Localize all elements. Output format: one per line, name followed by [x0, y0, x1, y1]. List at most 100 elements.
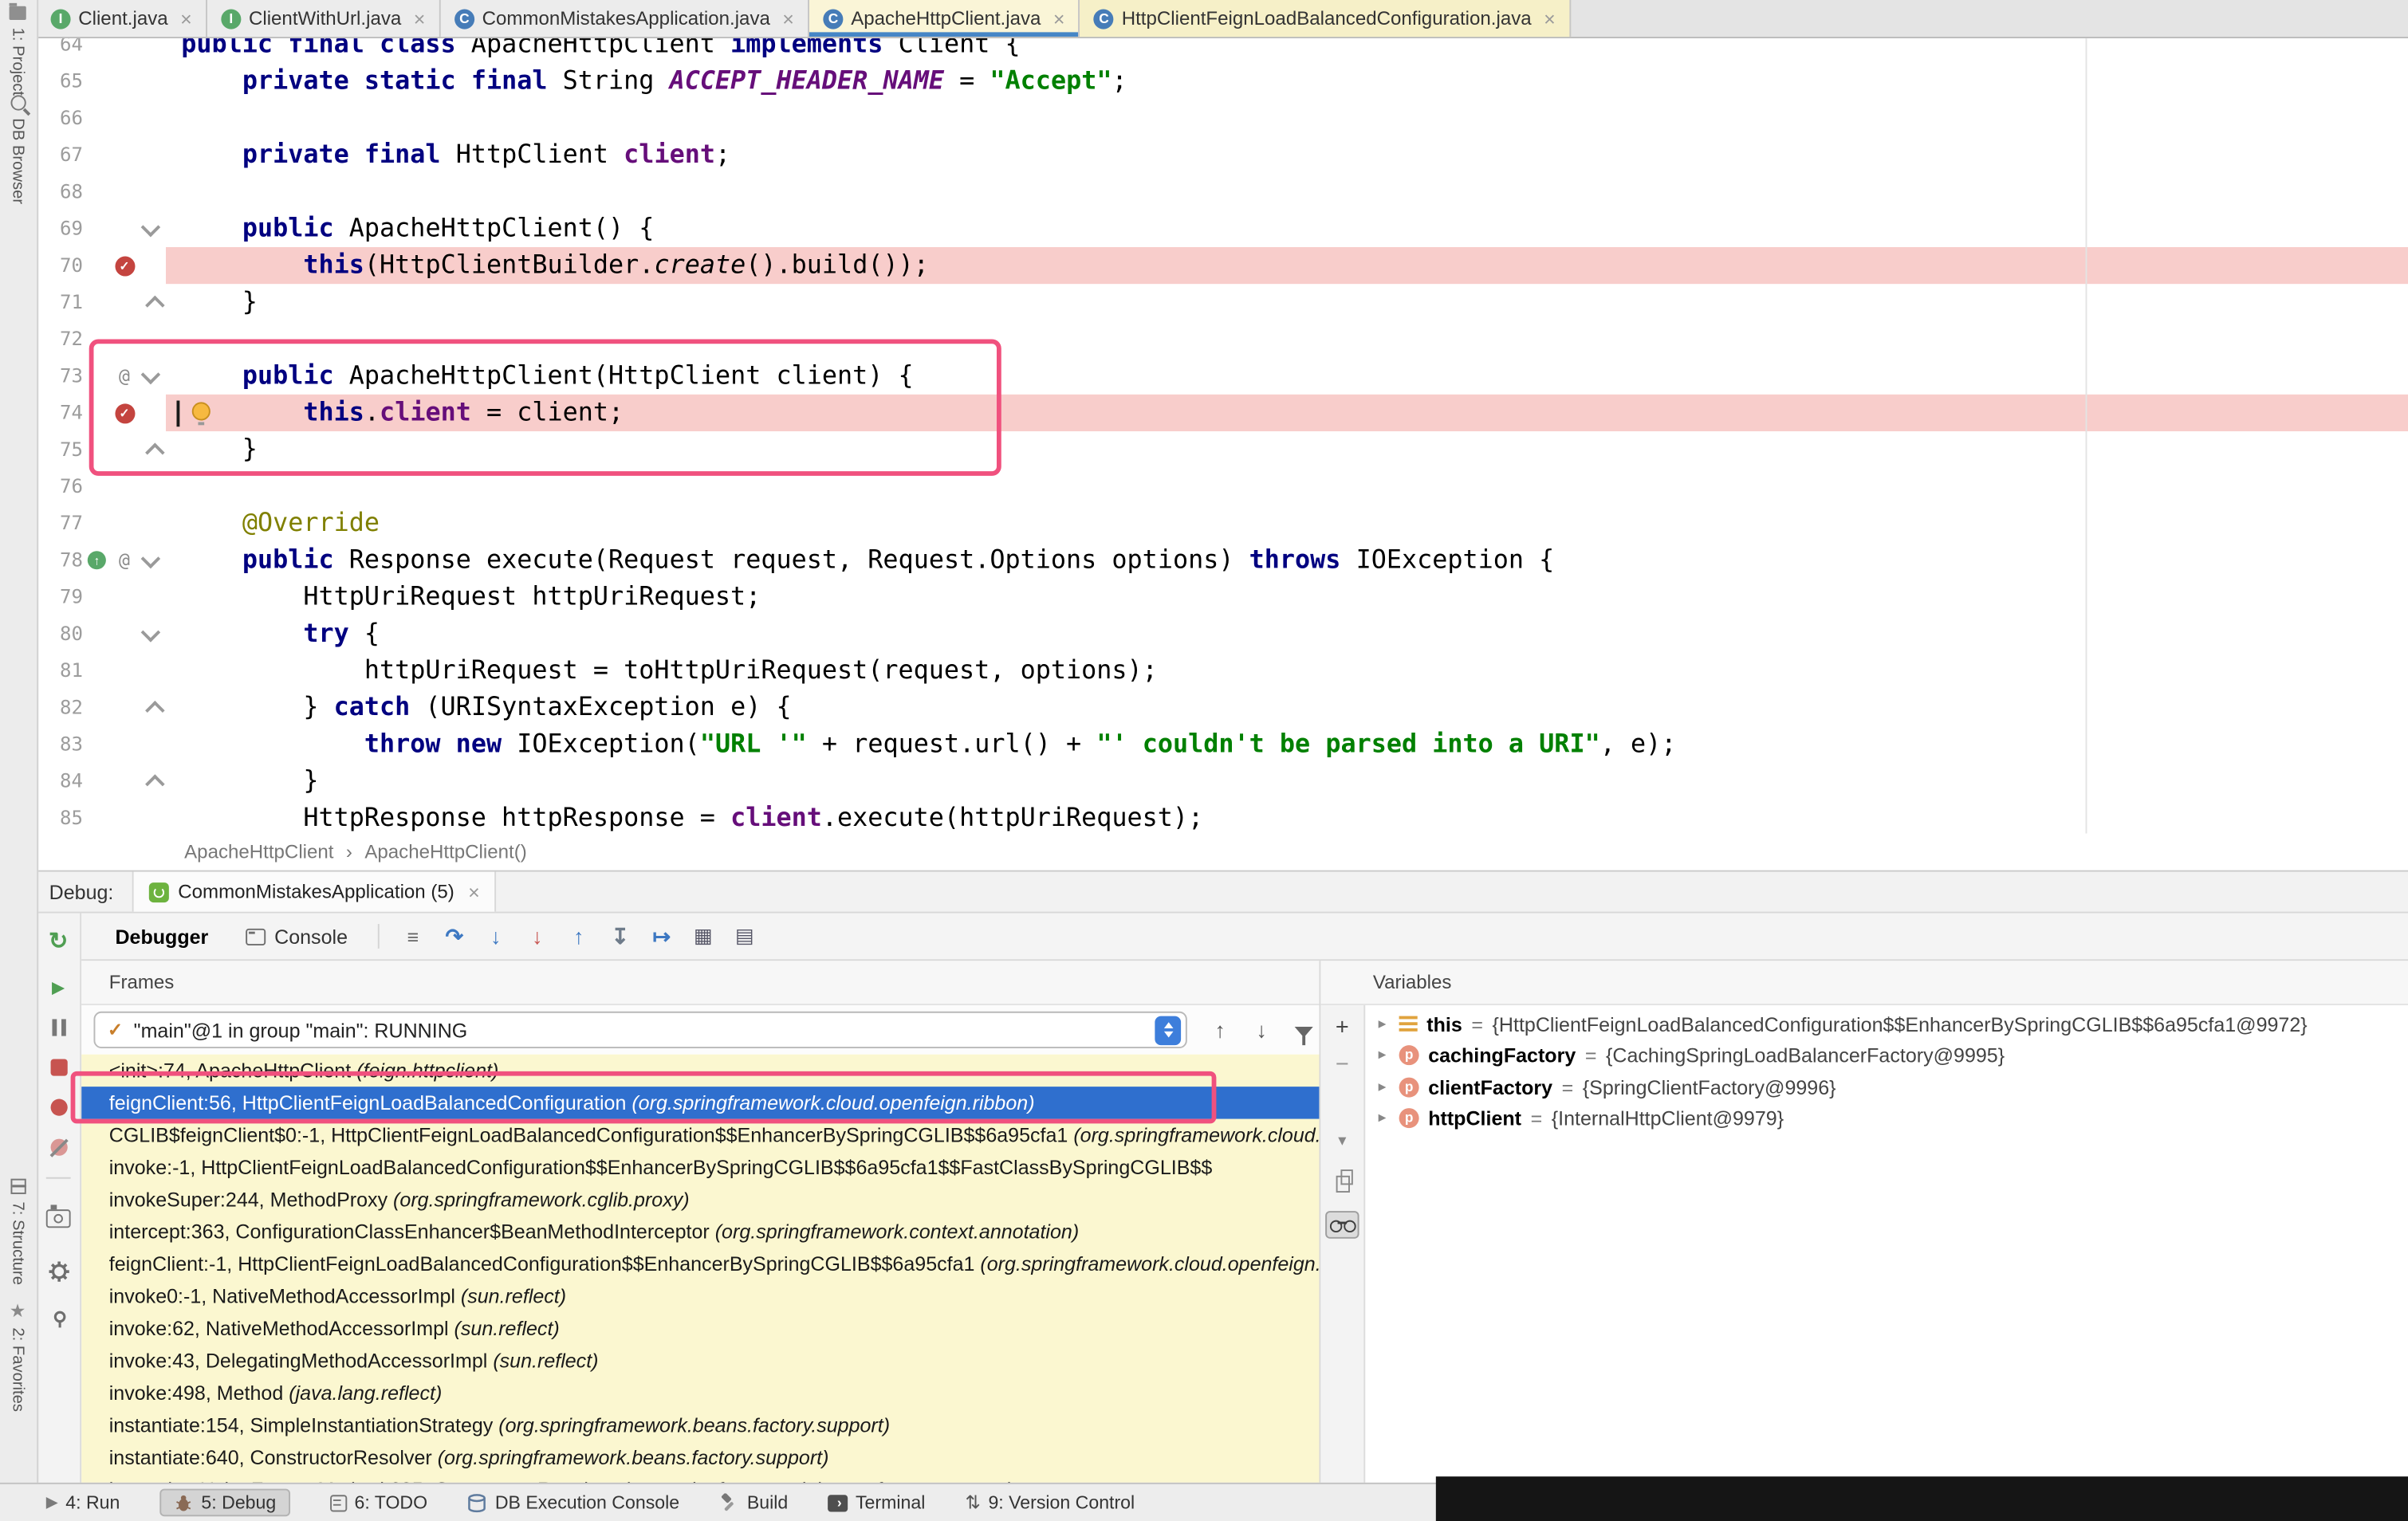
- fold-up-icon[interactable]: [144, 773, 164, 793]
- statusbar-item-6-todo[interactable]: 6: TODO: [330, 1492, 427, 1513]
- statusbar-item-5-debug[interactable]: 5: Debug: [159, 1489, 289, 1517]
- next-frame-button[interactable]: ↓: [1241, 1017, 1282, 1042]
- pin-button[interactable]: [37, 1309, 80, 1329]
- tab-console[interactable]: Console: [226, 925, 366, 948]
- code-text[interactable]: HttpResponse httpResponse = client.execu…: [166, 800, 2408, 833]
- close-icon[interactable]: [414, 9, 426, 29]
- combo-stepper-icon[interactable]: [1155, 1016, 1181, 1045]
- statusbar-item-9-version-control[interactable]: ⇅9: Version Control: [965, 1492, 1135, 1513]
- variable-row[interactable]: ▸this = {HttpClientFeignLoadBalancedConf…: [1365, 1008, 2408, 1040]
- code-text[interactable]: @Override: [166, 505, 2408, 541]
- code-text[interactable]: public ApacheHttpClient() {: [166, 210, 2408, 247]
- close-icon[interactable]: [468, 882, 480, 902]
- thread-selector[interactable]: ✓ "main"@1 in group "main": RUNNING: [93, 1012, 1186, 1048]
- run-to-cursor-button[interactable]: ↦: [641, 923, 683, 949]
- mute-breakpoints-button[interactable]: [37, 1139, 80, 1156]
- breakpoint-icon[interactable]: [114, 403, 134, 422]
- step-out-button[interactable]: ↑: [558, 924, 600, 949]
- stack-frame-row[interactable]: instantiateUsingFactoryMethod:625, Const…: [81, 1473, 1319, 1483]
- stack-frame-row[interactable]: invoke:-1, HttpClientFeignLoadBalancedCo…: [81, 1151, 1319, 1183]
- code-text[interactable]: [166, 100, 2408, 136]
- editor-tab[interactable]: CCommonMistakesApplication.java: [441, 0, 810, 37]
- code-text[interactable]: public Response execute(Request request,…: [166, 542, 2408, 579]
- duplicate-button[interactable]: [1320, 1168, 1363, 1199]
- editor-tab[interactable]: IClient.java: [37, 0, 207, 37]
- breadcrumb-method[interactable]: ApacheHttpClient(): [364, 841, 526, 863]
- drop-frame-button[interactable]: ↧: [600, 923, 641, 949]
- previous-frame-button[interactable]: ↑: [1199, 1017, 1241, 1042]
- variable-row[interactable]: ▸cachingFactory = {CachingSpringLoadBala…: [1365, 1040, 2408, 1071]
- fold-up-icon[interactable]: [144, 442, 164, 462]
- code-text[interactable]: }: [166, 284, 2408, 320]
- stack-frame-row[interactable]: invoke:498, Method (java.lang.reflect): [81, 1377, 1319, 1409]
- stack-frame-row[interactable]: <init>:74, ApacheHttpClient (feign.httpc…: [81, 1055, 1319, 1087]
- rerun-button[interactable]: ↻: [37, 930, 80, 953]
- sidebar-item-1-project[interactable]: 1: Project: [0, 6, 35, 96]
- remove-watch-button[interactable]: −: [1320, 1048, 1363, 1079]
- fold-down-icon[interactable]: [140, 217, 160, 237]
- stack-frame-row[interactable]: invoke:43, DelegatingMethodAccessorImpl …: [81, 1345, 1319, 1377]
- stack-frame-row[interactable]: feignClient:-1, HttpClientFeignLoadBalan…: [81, 1248, 1319, 1279]
- step-into-button[interactable]: ↓: [475, 924, 517, 949]
- code-text[interactable]: [166, 320, 2408, 357]
- bulb-icon[interactable]: [192, 402, 211, 420]
- code-text[interactable]: } catch (URISyntaxException e) {: [166, 689, 2408, 725]
- code-text[interactable]: HttpUriRequest httpUriRequest;: [166, 579, 2408, 615]
- tab-debugger[interactable]: Debugger: [96, 925, 226, 948]
- force-step-into-button[interactable]: ↓: [517, 924, 558, 949]
- stack-frame-row[interactable]: CGLIB$feignClient$0:-1, HttpClientFeignL…: [81, 1119, 1319, 1151]
- fold-down-icon[interactable]: [140, 548, 160, 568]
- resume-button[interactable]: ▶: [37, 981, 80, 997]
- stack-frame-row[interactable]: feignClient:56, HttpClientFeignLoadBalan…: [81, 1087, 1319, 1118]
- step-over-button[interactable]: ↷: [434, 923, 475, 949]
- show-watches-button[interactable]: [1325, 1211, 1359, 1239]
- fold-down-icon[interactable]: [140, 622, 160, 642]
- code-text[interactable]: private static final String ACCEPT_HEADE…: [166, 63, 2408, 100]
- sidebar-item-7-structure[interactable]: 7: Structure: [0, 1179, 35, 1285]
- statusbar-item-build[interactable]: Build: [719, 1492, 788, 1513]
- pause-button[interactable]: [37, 1019, 80, 1036]
- code-editor[interactable]: 64public final class ApacheHttpClient im…: [37, 38, 2408, 833]
- add-watch-button[interactable]: +: [1320, 1012, 1363, 1043]
- variable-row[interactable]: ▸httpClient = {InternalHttpClient@9979}: [1365, 1102, 2408, 1134]
- breakpoint-icon[interactable]: [114, 256, 134, 276]
- code-text[interactable]: public ApacheHttpClient(HttpClient clien…: [166, 358, 2408, 395]
- code-text[interactable]: [166, 174, 2408, 210]
- statusbar-item-terminal[interactable]: ›Terminal: [828, 1492, 925, 1513]
- code-text[interactable]: this.client = client;: [166, 395, 2408, 431]
- settings-button[interactable]: [37, 1260, 80, 1283]
- layout-button[interactable]: ≡: [392, 925, 434, 948]
- close-icon[interactable]: [180, 9, 192, 29]
- close-icon[interactable]: [782, 9, 794, 29]
- expander-icon[interactable]: ▸: [1375, 1110, 1390, 1126]
- close-icon[interactable]: [1544, 9, 1556, 29]
- move-down-button[interactable]: ▼: [1320, 1125, 1363, 1156]
- editor-tab[interactable]: CHttpClientFeignLoadBalancedConfiguratio…: [1080, 0, 1571, 37]
- fold-up-icon[interactable]: [144, 700, 164, 720]
- close-icon[interactable]: [1053, 9, 1065, 29]
- code-text[interactable]: }: [166, 431, 2408, 468]
- breadcrumb-class[interactable]: ApacheHttpClient: [184, 841, 333, 863]
- grid-button[interactable]: ▦: [683, 924, 724, 949]
- stack-frame-row[interactable]: instantiate:154, SimpleInstantiationStra…: [81, 1409, 1319, 1440]
- code-text[interactable]: try {: [166, 615, 2408, 652]
- code-text[interactable]: }: [166, 763, 2408, 800]
- expander-icon[interactable]: ▸: [1375, 1079, 1390, 1095]
- editor-tab[interactable]: CApacheHttpClient.java: [809, 0, 1080, 37]
- stack-frame-row[interactable]: invoke0:-1, NativeMethodAccessorImpl (su…: [81, 1280, 1319, 1312]
- statusbar-item-4-run[interactable]: ▶4: Run: [46, 1492, 120, 1513]
- fold-down-icon[interactable]: [140, 364, 160, 384]
- view-breakpoints-button[interactable]: [37, 1099, 80, 1116]
- statusbar-item-db-execution-console[interactable]: DB Execution Console: [467, 1492, 679, 1513]
- code-text[interactable]: public final class ApacheHttpClient impl…: [166, 38, 2408, 63]
- stack-frame-row[interactable]: invoke:62, NativeMethodAccessorImpl (sun…: [81, 1312, 1319, 1344]
- sidebar-item-db-browser[interactable]: DB Browser: [0, 95, 35, 204]
- code-text[interactable]: throw new IOException("URL '" + request.…: [166, 726, 2408, 763]
- stop-button[interactable]: [37, 1059, 80, 1075]
- code-text[interactable]: private final HttpClient client;: [166, 136, 2408, 173]
- code-text[interactable]: [166, 468, 2408, 505]
- filter-frames-button[interactable]: [1282, 1022, 1324, 1037]
- layout-settings-button[interactable]: ▤: [724, 924, 765, 949]
- code-text[interactable]: this(HttpClientBuilder.create().build())…: [166, 247, 2408, 284]
- expander-icon[interactable]: ▸: [1375, 1047, 1390, 1064]
